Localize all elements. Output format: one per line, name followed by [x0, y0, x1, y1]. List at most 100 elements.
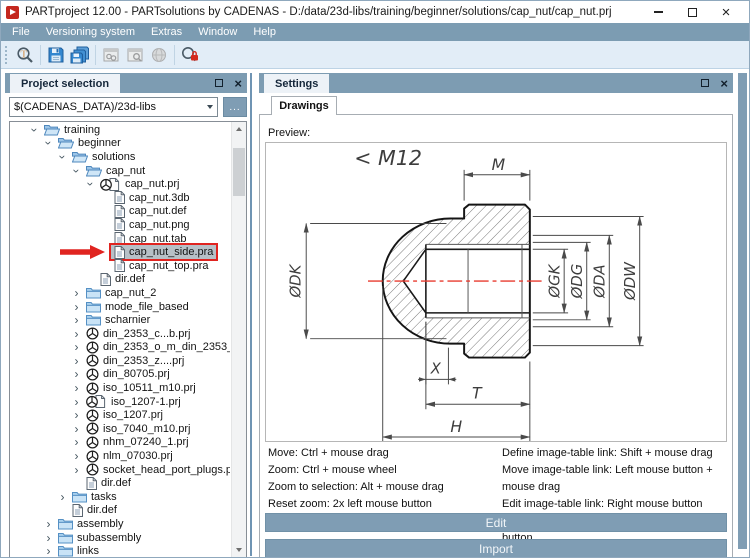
- tree-row[interactable]: › assembly: [10, 517, 230, 531]
- chevron-icon[interactable]: ›: [42, 532, 55, 544]
- panel-maximize-icon[interactable]: [701, 79, 710, 87]
- doc-icon: [100, 272, 111, 286]
- chevron-icon[interactable]: ›: [70, 301, 83, 313]
- chevron-down-icon[interactable]: [202, 98, 217, 116]
- tree-row[interactable]: › solutions: [10, 150, 230, 164]
- folder-closed-icon: [58, 518, 73, 530]
- scroll-down-icon[interactable]: [232, 543, 246, 557]
- tree-row[interactable]: cap_nut.3db: [10, 191, 230, 205]
- toolbar-grip[interactable]: [5, 45, 9, 64]
- tree-row[interactable]: › subassembly: [10, 531, 230, 545]
- tree-row[interactable]: › beginner: [10, 137, 230, 151]
- chevron-icon[interactable]: ›: [70, 423, 83, 435]
- tree-row[interactable]: dir.def: [10, 503, 230, 518]
- quality-check-icon[interactable]: [178, 43, 202, 67]
- chevron-icon[interactable]: ›: [42, 137, 56, 150]
- menu-help[interactable]: Help: [245, 23, 284, 41]
- close-button[interactable]: ×: [709, 1, 743, 23]
- tree-row[interactable]: › din_80705.prj: [10, 368, 230, 382]
- save-icon[interactable]: [44, 43, 68, 67]
- tree-row[interactable]: › cap_nut: [10, 164, 230, 178]
- chevron-icon[interactable]: ›: [70, 396, 83, 408]
- tree-row[interactable]: › cap_nut_2: [10, 286, 230, 300]
- path-combobox[interactable]: $(CADENAS_DATA)/23d-libs: [9, 97, 218, 117]
- tree-row[interactable]: › din_2353_z....prj: [10, 354, 230, 368]
- tree-item-label: assembly: [77, 518, 124, 530]
- tree-row-selected[interactable]: cap_nut_side.pra: [10, 243, 230, 261]
- chevron-icon[interactable]: ›: [70, 464, 83, 476]
- table-preview-icon: [123, 43, 147, 67]
- tree-scrollbar[interactable]: [231, 122, 246, 557]
- scrollbar-thumb[interactable]: [233, 148, 245, 196]
- chevron-icon[interactable]: ›: [70, 328, 83, 340]
- tree-row[interactable]: › nhm_07240_1.prj: [10, 436, 230, 450]
- chevron-icon[interactable]: ›: [70, 436, 83, 448]
- chevron-icon[interactable]: ›: [42, 518, 55, 530]
- tree-row[interactable]: › iso_1207-1.prj: [10, 395, 230, 409]
- save-all-icon[interactable]: [68, 43, 92, 67]
- tree-row[interactable]: cap_nut.tab: [10, 232, 230, 246]
- chevron-icon[interactable]: ›: [70, 341, 83, 353]
- panel-close-icon[interactable]: ×: [234, 77, 242, 90]
- chevron-icon[interactable]: ›: [84, 178, 98, 191]
- tree-row[interactable]: › iso_10511_m10.prj: [10, 381, 230, 395]
- chevron-icon[interactable]: ›: [56, 150, 70, 163]
- tree-row[interactable]: cap_nut.png: [10, 218, 230, 232]
- chevron-icon[interactable]: ›: [70, 409, 83, 421]
- settings-panel-header: Settings ×: [259, 73, 733, 93]
- chevron-icon[interactable]: ›: [70, 450, 83, 462]
- tree-row[interactable]: › links: [10, 544, 230, 557]
- menu-versioning-system[interactable]: Versioning system: [38, 23, 143, 41]
- path-combo-row: $(CADENAS_DATA)/23d-libs ...: [9, 97, 247, 117]
- project-tree-rows: › training › beginner › solutions › cap_…: [10, 123, 231, 557]
- minimize-button[interactable]: [641, 1, 675, 23]
- tree-row[interactable]: › tasks: [10, 490, 230, 504]
- menu-file[interactable]: File: [4, 23, 38, 41]
- tree-row[interactable]: › din_2353_c...b.prj: [10, 327, 230, 341]
- panel-maximize-icon[interactable]: [215, 79, 224, 87]
- browse-button[interactable]: ...: [223, 97, 247, 117]
- tree-item-label: cap_nut_2: [105, 286, 157, 299]
- tab-drawings[interactable]: Drawings: [271, 96, 337, 115]
- tree-row[interactable]: › training: [10, 123, 230, 137]
- tree-row[interactable]: › din_2353_o_m_din_2353_p_...: [10, 341, 230, 355]
- tree-row[interactable]: › cap_nut.prj: [10, 177, 230, 191]
- maximize-button[interactable]: [675, 1, 709, 23]
- tree-row[interactable]: › nlm_07030.prj: [10, 449, 230, 463]
- menu-extras[interactable]: Extras: [143, 23, 190, 41]
- tree-item-label: mode_file_based: [105, 300, 189, 313]
- dim-h: H: [450, 417, 462, 436]
- tree-row[interactable]: › iso_1207.prj: [10, 408, 230, 422]
- panel-splitter[interactable]: [250, 73, 252, 556]
- tree-row[interactable]: dir.def: [10, 272, 230, 287]
- tree-row[interactable]: › scharnier: [10, 313, 230, 327]
- dock-strip[interactable]: [738, 73, 747, 549]
- chevron-icon[interactable]: ›: [70, 382, 83, 394]
- chevron-icon[interactable]: ›: [70, 355, 83, 367]
- drawing-preview[interactable]: < M12 M ØDK ØGK ØDG ØDA ØDW X T H: [265, 142, 727, 442]
- tree-item-label: cap_nut.def: [129, 205, 187, 218]
- find-part-icon[interactable]: T: [13, 43, 37, 67]
- tree-row[interactable]: dir.def: [10, 476, 230, 490]
- import-button[interactable]: Import: [265, 539, 727, 557]
- panel-close-icon[interactable]: ×: [720, 77, 728, 90]
- toolbar-separator: [95, 44, 96, 65]
- tree-row[interactable]: cap_nut_top.pra: [10, 259, 230, 273]
- chevron-icon[interactable]: ›: [42, 545, 55, 557]
- chevron-icon[interactable]: ›: [70, 314, 83, 326]
- tree-row[interactable]: cap_nut.def: [10, 204, 230, 219]
- menu-window[interactable]: Window: [190, 23, 245, 41]
- cube-doc-icon: [86, 395, 107, 409]
- chevron-icon[interactable]: ›: [70, 368, 83, 380]
- chevron-icon[interactable]: ›: [70, 164, 84, 177]
- tree-row[interactable]: › mode_file_based: [10, 300, 230, 314]
- tree-row[interactable]: › iso_7040_m10.prj: [10, 422, 230, 436]
- chevron-icon[interactable]: ›: [56, 491, 69, 503]
- tree-row[interactable]: › socket_head_port_plugs.prj: [10, 463, 230, 477]
- cube-icon: [86, 341, 99, 354]
- chevron-icon[interactable]: ›: [28, 123, 42, 136]
- tree-item-label: iso_7040_m10.prj: [103, 422, 191, 435]
- chevron-icon[interactable]: ›: [70, 287, 83, 299]
- scroll-up-icon[interactable]: [232, 122, 246, 136]
- edit-button[interactable]: Edit: [265, 513, 727, 532]
